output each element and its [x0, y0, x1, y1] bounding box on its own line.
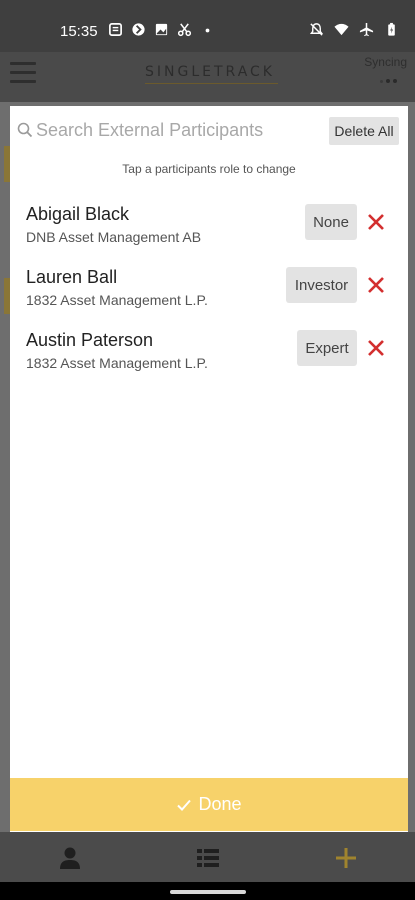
- photo-icon: [155, 23, 168, 36]
- hamburger-menu-icon[interactable]: [10, 62, 36, 86]
- remove-participant-button[interactable]: [364, 273, 388, 297]
- battery-icon: [388, 22, 395, 36]
- participant-company: 1832 Asset Management L.P.: [26, 292, 208, 308]
- role-button[interactable]: Expert: [297, 330, 357, 366]
- participant-row: Abigail Black DNB Asset Management AB No…: [10, 204, 408, 256]
- role-button[interactable]: Investor: [286, 267, 357, 303]
- notes-icon: [109, 23, 122, 36]
- list-icon[interactable]: [194, 844, 222, 872]
- remove-participant-button[interactable]: [364, 336, 388, 360]
- participant-name: Austin Paterson: [26, 330, 154, 350]
- app-header: SINGLETRACK Syncing: [0, 52, 415, 102]
- person-icon[interactable]: [56, 844, 84, 872]
- status-bar: 15:35: [0, 0, 415, 60]
- search-row: Delete All: [10, 106, 408, 158]
- participant-name: Abigail Black: [26, 204, 130, 224]
- check-icon: [177, 799, 192, 811]
- role-hint: Tap a participants role to change: [122, 162, 296, 176]
- sync-status: Syncing: [364, 55, 407, 69]
- participants-modal: Delete All Tap a participants role to ch…: [10, 106, 408, 832]
- status-right-icons: [309, 22, 399, 37]
- airplane-icon: [359, 22, 374, 37]
- search-input[interactable]: [36, 116, 326, 144]
- done-label: Done: [198, 794, 242, 814]
- participant-company: 1832 Asset Management L.P.: [26, 355, 208, 371]
- brand-underline: [145, 83, 278, 84]
- wifi-icon: [334, 23, 349, 36]
- home-indicator[interactable]: [170, 890, 246, 894]
- participant-row: Lauren Ball 1832 Asset Management L.P. I…: [10, 267, 408, 319]
- search-icon: [17, 122, 33, 138]
- plus-icon[interactable]: [332, 844, 360, 872]
- scissors-icon: [177, 23, 192, 37]
- remove-participant-button[interactable]: [364, 210, 388, 234]
- close-icon: [368, 340, 384, 356]
- close-icon: [368, 214, 384, 230]
- participant-name: Lauren Ball: [26, 267, 118, 287]
- status-time: 15:35: [60, 23, 98, 40]
- brand-logo: SINGLETRACK: [145, 64, 275, 80]
- bottom-tab-bar: [0, 832, 415, 882]
- role-button[interactable]: None: [305, 204, 357, 240]
- participant-row: Austin Paterson 1832 Asset Management L.…: [10, 330, 408, 382]
- close-icon: [368, 277, 384, 293]
- done-button[interactable]: Done: [10, 778, 408, 831]
- dot-icon: [205, 28, 210, 33]
- status-left-icons: [108, 22, 215, 37]
- circle-app-icon: [132, 23, 145, 36]
- delete-all-button[interactable]: Delete All: [329, 117, 399, 145]
- system-nav-bar: [0, 882, 415, 900]
- sync-progress-icon: [380, 79, 397, 83]
- participant-company: DNB Asset Management AB: [26, 229, 202, 245]
- mute-icon: [309, 23, 324, 36]
